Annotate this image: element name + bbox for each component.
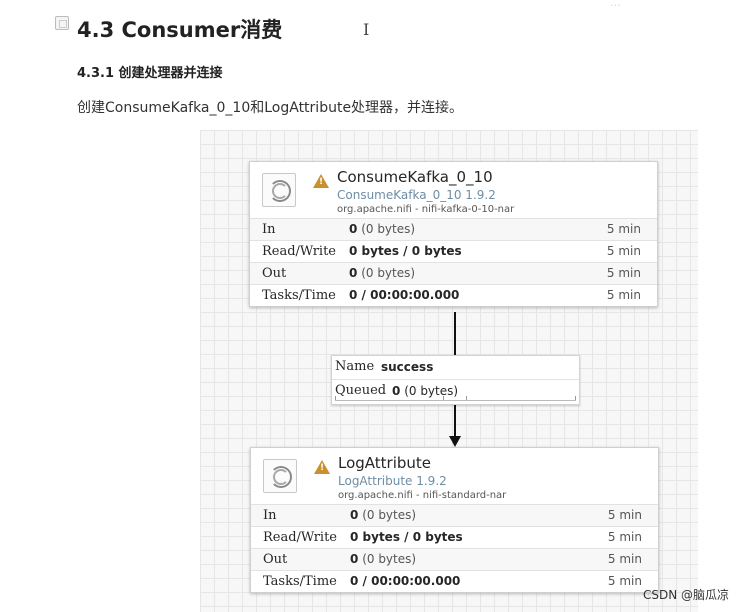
stat-window: 5 min: [607, 552, 642, 566]
connection-queued-detail: (0 bytes): [404, 384, 459, 398]
stat-window: 5 min: [606, 222, 641, 236]
stat-value: 0 bytes / 0 bytes: [350, 530, 463, 544]
stat-label: Out: [262, 266, 287, 281]
connection-arrow-icon: [449, 436, 461, 447]
processor-type: LogAttribute 1.9.2: [338, 474, 447, 488]
stat-label: Read/Write: [262, 244, 337, 259]
stat-row-out: Out 0 (0 bytes) 5 min: [251, 548, 658, 570]
stat-window: 5 min: [606, 266, 641, 280]
stat-label: In: [262, 222, 276, 237]
stat-row-in: In 0 (0 bytes) 5 min: [250, 218, 657, 240]
processor-bundle: org.apache.nifi - nifi-standard-nar: [338, 490, 507, 501]
stat-window: 5 min: [607, 530, 642, 544]
warning-triangle-icon[interactable]: !: [313, 174, 329, 188]
connection-queued-label: Queued: [335, 383, 387, 398]
text-cursor-icon: I: [363, 20, 370, 39]
stat-detail: (0 bytes): [362, 552, 417, 566]
processor-logattribute[interactable]: ! LogAttribute LogAttribute 1.9.2 org.ap…: [250, 447, 659, 593]
stat-value: 0: [349, 266, 358, 280]
queue-progress-bar: [335, 396, 576, 401]
stat-detail: (0 bytes): [362, 508, 417, 522]
connection-label[interactable]: Name success Queued 0 (0 bytes): [331, 355, 580, 405]
stat-value: 0 / 00:00:00.000: [350, 574, 461, 588]
stat-row-in: In 0 (0 bytes) 5 min: [251, 504, 658, 526]
subsection-heading: 4.3.1 创建处理器并连接: [77, 66, 223, 81]
processor-consumekafka[interactable]: ! ConsumeKafka_0_10 ConsumeKafka_0_10 1.…: [249, 161, 658, 307]
stat-row-out: Out 0 (0 bytes) 5 min: [250, 262, 657, 284]
connection-line-bottom: [454, 404, 456, 438]
connection-name-value: success: [381, 360, 434, 374]
stat-row-readwrite: Read/Write 0 bytes / 0 bytes 5 min: [251, 526, 658, 548]
connection-line-top: [454, 312, 456, 356]
stat-value: 0: [349, 222, 358, 236]
stat-window: 5 min: [607, 574, 642, 588]
stat-row-tasks: Tasks/Time 0 / 00:00:00.000 5 min: [251, 570, 658, 592]
document-icon: [55, 16, 69, 30]
watermark: CSDN @脑瓜凉: [642, 588, 729, 602]
stat-window: 5 min: [607, 508, 642, 522]
stat-value: 0 bytes / 0 bytes: [349, 244, 462, 258]
stat-row-tasks: Tasks/Time 0 / 00:00:00.000 5 min: [250, 284, 657, 306]
faded-corner-text: …: [610, 0, 621, 9]
processor-name: ConsumeKafka_0_10: [337, 168, 493, 186]
stat-label: Tasks/Time: [262, 288, 336, 303]
connection-queued-value: 0: [392, 384, 401, 398]
stat-label: Out: [263, 552, 288, 567]
stat-window: 5 min: [606, 244, 641, 258]
stat-label: In: [263, 508, 277, 523]
section-heading: 4.3 Consumer消费: [77, 18, 283, 42]
warning-triangle-icon[interactable]: !: [314, 460, 330, 474]
stat-label: Tasks/Time: [263, 574, 337, 589]
stat-value: 0: [350, 508, 359, 522]
processor-name: LogAttribute: [338, 454, 432, 472]
stat-detail: (0 bytes): [361, 222, 416, 236]
stat-window: 5 min: [606, 288, 641, 302]
stat-value: 0: [350, 552, 359, 566]
stat-row-readwrite: Read/Write 0 bytes / 0 bytes 5 min: [250, 240, 657, 262]
body-paragraph: 创建ConsumeKafka_0_10和LogAttribute处理器，并连接。: [77, 100, 464, 116]
processor-type: ConsumeKafka_0_10 1.9.2: [337, 188, 496, 202]
stat-detail: (0 bytes): [361, 266, 416, 280]
processor-icon: [262, 173, 296, 207]
stat-value: 0 / 00:00:00.000: [349, 288, 460, 302]
processor-icon: [263, 459, 297, 493]
connection-name-label: Name: [335, 359, 375, 374]
stat-label: Read/Write: [263, 530, 338, 545]
processor-bundle: org.apache.nifi - nifi-kafka-0-10-nar: [337, 204, 515, 215]
